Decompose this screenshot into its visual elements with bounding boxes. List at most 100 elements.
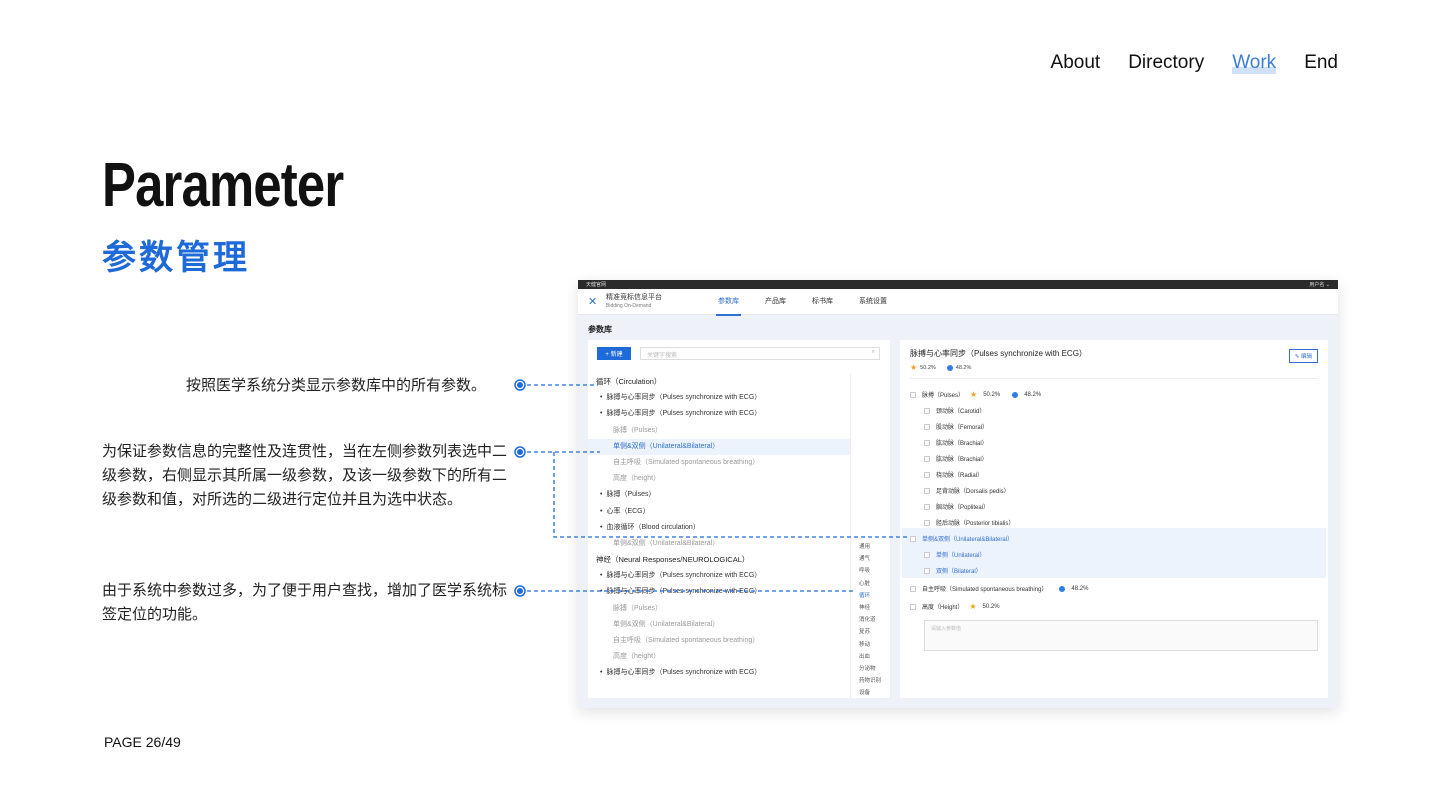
checkbox[interactable] <box>924 487 930 494</box>
tree-item-level2[interactable]: 脉搏与心率同步（Pulses synchronize with ECG） <box>588 390 850 406</box>
detail-row[interactable]: 腘动脉（Popliteal） <box>924 502 989 511</box>
detail-row[interactable]: 足背动脉（Dorsalis pedis） <box>924 486 1010 495</box>
top-nav: About Directory Work End <box>1051 52 1338 74</box>
tree-item-level2[interactable]: 脉搏与心率同步（Pulses synchronize with ECG） <box>588 406 850 422</box>
tree-item-level3[interactable]: 单侧&双侧（Unilateral&Bilateral） <box>588 536 850 552</box>
detail-row[interactable]: 单侧（Unilateral） <box>924 550 985 559</box>
dot-percent: 48.2% <box>1071 585 1089 592</box>
checkbox[interactable] <box>924 471 930 478</box>
detail-row-label: 腘动脉（Popliteal） <box>936 505 990 511</box>
system-tag[interactable]: 通气 <box>851 554 890 566</box>
topbar-site[interactable]: 天健官网 <box>586 281 606 288</box>
note-1: 按照医学系统分类显示参数库中的所有参数。 <box>186 377 487 394</box>
detail-row-label: 足背动脉（Dorsalis pedis） <box>936 489 1010 495</box>
tree-item-level1[interactable]: 神经（Neural Responses/NEUROLOGICAL） <box>588 552 850 568</box>
logo-icon: ✕ <box>588 295 598 308</box>
tab-bids[interactable]: 标书库 <box>810 288 835 316</box>
checkbox[interactable] <box>924 407 930 414</box>
detail-row[interactable]: 颈动脉（Carotid） <box>924 406 985 415</box>
nav-about[interactable]: About <box>1051 52 1101 74</box>
detail-row[interactable]: 高度（Height） ★ 50.2% <box>910 602 1000 611</box>
detail-row-label: 颈动脉（Carotid） <box>936 409 986 415</box>
checkbox[interactable] <box>924 519 930 526</box>
edit-button[interactable]: ✎ 编辑 <box>1288 349 1318 363</box>
search-input[interactable]: 关键字搜索 ⌕ <box>640 347 880 360</box>
system-tag[interactable]: 设备 <box>851 688 890 700</box>
checkbox[interactable] <box>924 551 930 558</box>
tree-item-level3[interactable]: 脉搏（Pulses） <box>588 601 850 617</box>
detail-row[interactable]: 脉搏（Pulses） ★ 50.2% 48.2% <box>910 390 1041 399</box>
tree-item-level3[interactable]: 单侧&双侧（Unilateral&Bilateral） <box>588 438 850 455</box>
tree-item-level2[interactable]: 脉搏与心率同步（Pulses synchronize with ECG） <box>588 568 850 584</box>
detail-row[interactable]: 肱动脉（Brachial） <box>924 454 988 463</box>
tab-settings[interactable]: 系统设置 <box>857 288 889 316</box>
tree-item-level2[interactable]: 脉搏（Pulses） <box>588 487 850 503</box>
anchor-dot-1-core <box>517 382 523 388</box>
dot-icon <box>1012 391 1019 398</box>
slide: About Directory Work End Parameter 参数管理 … <box>0 0 1440 810</box>
system-tag[interactable]: 循环 <box>851 591 890 603</box>
tree-item-level3[interactable]: 单侧&双侧（Unilateral&Bilateral） <box>588 617 850 633</box>
tab-products[interactable]: 产品库 <box>763 288 788 316</box>
system-tag[interactable]: 移动 <box>851 640 890 652</box>
tree-item-level2[interactable]: 脉搏与心率同步（Pulses synchronize with ECG） <box>588 584 850 600</box>
detail-row-label: 桡动脉（Radial） <box>936 473 984 479</box>
app-screenshot: 天健官网 用户名 ⌄ ✕ 精准竞标信息平台 Bidding On-Demand … <box>578 280 1338 708</box>
page-subtitle: 参数管理 <box>102 239 250 277</box>
checkbox[interactable] <box>910 603 916 610</box>
detail-row-label: 单侧&双侧（Unilateral&Bilateral） <box>922 537 1014 543</box>
detail-row[interactable]: 自主呼吸（Simulated spontaneous breathing） 48.… <box>910 584 1088 593</box>
system-tag[interactable]: 神经 <box>851 603 890 615</box>
system-tag[interactable]: 消化道 <box>851 615 890 627</box>
system-tag[interactable]: 呼吸 <box>851 566 890 578</box>
system-tag[interactable]: 分泌物 <box>851 664 890 676</box>
detail-row[interactable]: 肱动脉（Brachial） <box>924 438 988 447</box>
page-number: PAGE 26/49 <box>104 734 181 750</box>
checkbox[interactable] <box>924 423 930 430</box>
checkbox[interactable] <box>924 455 930 462</box>
checkbox[interactable] <box>924 567 930 574</box>
checkbox[interactable] <box>910 585 916 592</box>
detail-row[interactable]: 单侧&双侧（Unilateral&Bilateral） <box>910 534 1013 543</box>
detail-row[interactable]: 双侧（Bilateral） <box>924 566 982 575</box>
star-percent: 50.2% <box>920 364 936 371</box>
system-tag[interactable]: 通用 <box>851 542 890 554</box>
detail-row-label: 自主呼吸（Simulated spontaneous breathing） <box>922 587 1048 593</box>
detail-row[interactable]: 胫后动脉（Posterior tibialis） <box>924 518 1014 527</box>
checkbox[interactable] <box>910 535 916 542</box>
detail-row[interactable]: 桡动脉（Radial） <box>924 470 983 479</box>
system-tag[interactable]: 心脏 <box>851 579 890 591</box>
tab-params[interactable]: 参数库 <box>716 288 741 316</box>
user-menu[interactable]: 用户名 ⌄ <box>1309 281 1330 288</box>
tree-item-level3[interactable]: 高度（height） <box>588 649 850 665</box>
tree-item-level2[interactable]: 脉搏与心率同步（Pulses synchronize with ECG） <box>588 665 850 681</box>
tree-item-level3[interactable]: 高度（height） <box>588 471 850 487</box>
value-textarea[interactable]: 请输入参数值 <box>924 620 1318 651</box>
checkbox[interactable] <box>924 439 930 446</box>
tree-item-level3[interactable]: 自主呼吸（Simulated spontaneous breathing） <box>588 633 850 649</box>
new-button[interactable]: + 新建 <box>597 347 631 360</box>
system-tag[interactable]: 出血 <box>851 652 890 664</box>
checkbox[interactable] <box>924 503 930 510</box>
tree-item-level3[interactable]: 脉搏（Pulses） <box>588 423 850 439</box>
checkbox[interactable] <box>910 391 916 398</box>
system-tag[interactable]: 复苏 <box>851 627 890 639</box>
system-tag[interactable]: 药物识别 <box>851 676 890 688</box>
tree-item-level2[interactable]: 血液循环（Blood circulation） <box>588 520 850 536</box>
breadcrumb: 参数库 <box>588 325 612 334</box>
detail-row-label: 脉搏（Pulses） <box>922 393 965 399</box>
nav-end[interactable]: End <box>1304 52 1338 74</box>
tree-item-level2[interactable]: 心率（ECG） <box>588 504 850 520</box>
note-3: 由于系统中参数过多，为了便于用户查找，增加了医学系统标签定位的功能。 <box>102 582 508 623</box>
system-tag-index: 通用 通气 呼吸 心脏 循环 神经 消化道 复苏 移动 出血 分泌物 药物识别 设备 <box>850 374 890 698</box>
tree-item-level3[interactable]: 自主呼吸（Simulated spontaneous breathing） <box>588 455 850 471</box>
nav-work[interactable]: Work <box>1232 52 1277 74</box>
textarea-placeholder: 请输入参数值 <box>931 626 962 632</box>
logo-title: 精准竞标信息平台 <box>606 293 662 301</box>
nav-directory[interactable]: Directory <box>1128 52 1204 74</box>
search-icon[interactable]: ⌕ <box>872 349 875 356</box>
detail-row[interactable]: 股动脉（Femoral） <box>924 422 988 431</box>
star-icon: ★ <box>970 390 978 399</box>
detail-row-label: 肱动脉（Brachial） <box>936 441 988 447</box>
tree-item-level1[interactable]: 循环（Circulation） <box>588 374 850 390</box>
